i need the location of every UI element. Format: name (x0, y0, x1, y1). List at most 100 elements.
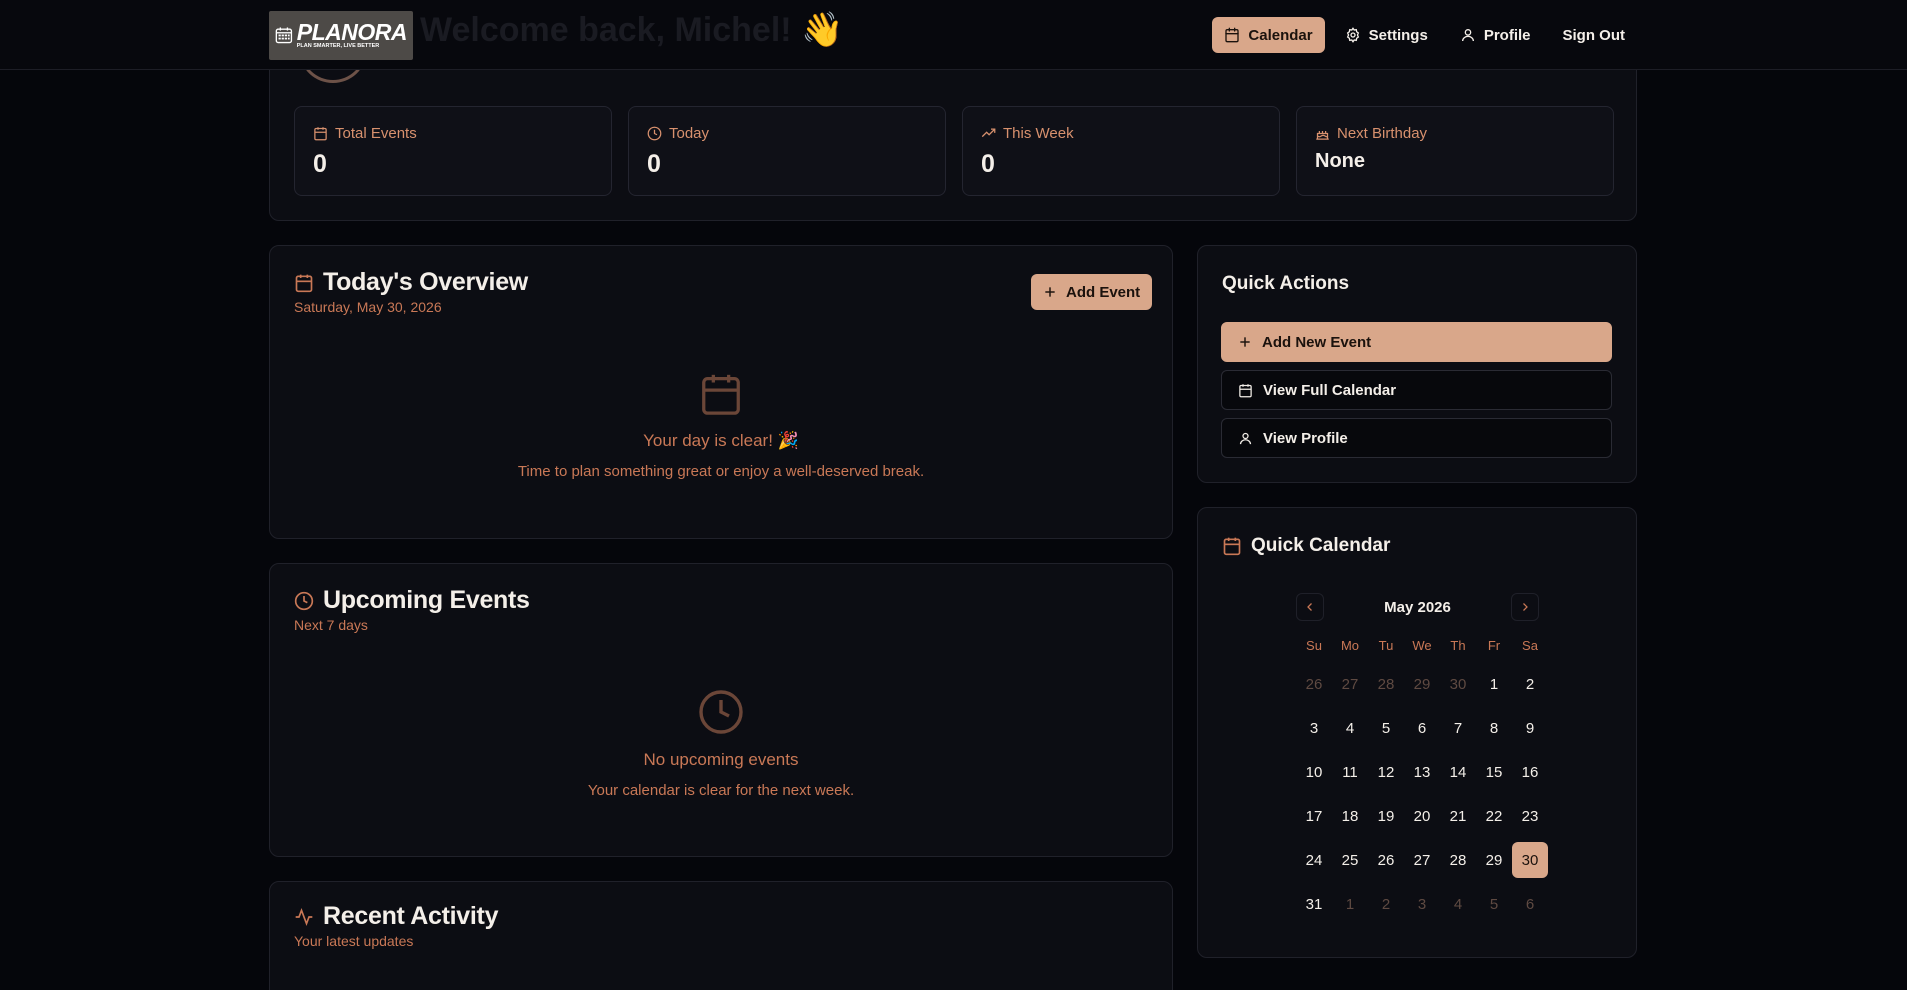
card-title: Recent Activity (323, 902, 499, 930)
calendar-day[interactable]: 1 (1332, 882, 1368, 926)
calendar-day[interactable]: 5 (1368, 706, 1404, 750)
stat-this-week: This Week 0 (962, 106, 1280, 196)
calendar-day[interactable]: 12 (1368, 750, 1404, 794)
quick-actions-title: Quick Actions (1222, 273, 1350, 294)
calendar-day[interactable]: 29 (1476, 838, 1512, 882)
chevron-right-icon (1523, 603, 1528, 611)
main-nav: Calendar Settings Profile Sign Out (1212, 17, 1637, 53)
calendar-day[interactable]: 6 (1404, 706, 1440, 750)
plus-icon (1045, 287, 1055, 297)
calendar-week-row: 3456789 (1296, 706, 1548, 750)
nav-profile-button[interactable]: Profile (1448, 17, 1543, 53)
calendar-day[interactable]: 27 (1404, 838, 1440, 882)
calendar-day[interactable]: 26 (1368, 838, 1404, 882)
logo-name: PLANORA (296, 18, 408, 45)
calendar-day[interactable]: 15 (1476, 750, 1512, 794)
view-profile-button[interactable]: View Profile (1221, 418, 1612, 458)
stat-label: Today (669, 125, 710, 142)
calendar-day[interactable]: 19 (1368, 794, 1404, 838)
calendar-day[interactable]: 22 (1476, 794, 1512, 838)
stat-total-events: Total Events 0 (294, 106, 612, 196)
calendar-day[interactable]: 30 (1440, 662, 1476, 706)
calendar-icon (295, 274, 313, 292)
button-label: Add New Event (1262, 333, 1372, 351)
calendar-day[interactable]: 11 (1332, 750, 1368, 794)
weekday-header-row: Su Mo Tu We Th Fr Sa (1296, 638, 1548, 662)
calendar-week-row: 24 25 26 27 28 29 30 (1296, 838, 1548, 882)
calendar-day[interactable]: 26 (1296, 662, 1332, 706)
nav-profile-label: Profile (1483, 26, 1531, 44)
calendar-day[interactable]: 13 (1404, 750, 1440, 794)
calendar-day[interactable]: 24 (1296, 838, 1332, 882)
stat-today: Today 0 (628, 106, 946, 196)
calendar-day[interactable]: 28 (1440, 838, 1476, 882)
today-date: Saturday, May 30, 2026 (294, 299, 442, 315)
previous-month-button[interactable] (1296, 593, 1324, 621)
calendar-day[interactable]: 25 (1332, 838, 1368, 882)
view-full-calendar-button[interactable]: View Full Calendar (1221, 370, 1612, 410)
logo-text: PLANORA PLAN SMARTER, LIVE BETTER (296, 18, 408, 50)
calendar-month-label: May 2026 (1384, 598, 1451, 616)
calendar-day[interactable]: 3 (1296, 706, 1332, 750)
quick-calendar-title: Quick Calendar (1251, 535, 1391, 556)
calendar-day[interactable]: 20 (1404, 794, 1440, 838)
calendar-day[interactable]: 23 (1512, 794, 1548, 838)
stat-label: Next Birthday (1337, 125, 1428, 142)
calendar-day[interactable]: 27 (1332, 662, 1368, 706)
calendar-day[interactable]: 29 (1404, 662, 1440, 706)
add-event-button[interactable]: Add Event (1031, 274, 1153, 310)
empty-text: Your calendar is clear for the next week… (587, 782, 855, 799)
calendar-day[interactable]: 18 (1332, 794, 1368, 838)
calendar-day[interactable]: 10 (1296, 750, 1332, 794)
sign-out-button[interactable]: Sign Out (1551, 17, 1638, 53)
calendar-day[interactable]: 3 (1404, 882, 1440, 926)
next-month-button[interactable] (1511, 593, 1539, 621)
calendar-icon (1223, 537, 1241, 556)
calendar-week-row: 31 1 2 3 4 5 6 (1296, 882, 1548, 926)
calendar-icon (314, 127, 327, 141)
nav-calendar-button[interactable]: Calendar (1212, 17, 1325, 53)
sign-out-label: Sign Out (1562, 26, 1626, 44)
calendar-day[interactable]: 6 (1512, 882, 1548, 926)
stat-value: 0 (981, 150, 995, 178)
calendar-day[interactable]: 31 (1296, 882, 1332, 926)
calendar-day[interactable]: 8 (1476, 706, 1512, 750)
quick-actions-card: Quick Actions Add New Event View Full Ca… (1197, 245, 1637, 483)
button-label: View Profile (1263, 429, 1348, 447)
stat-value: 0 (313, 150, 327, 178)
calendar-day[interactable]: 2 (1368, 882, 1404, 926)
calendar-day[interactable]: 1 (1476, 662, 1512, 706)
weekday-label: We (1412, 638, 1432, 653)
calendar-day[interactable]: 17 (1296, 794, 1332, 838)
cake-icon (1316, 131, 1329, 140)
clock-icon (294, 591, 314, 610)
calendar-day[interactable]: 4 (1440, 882, 1476, 926)
card-subtitle: Next 7 days (294, 617, 368, 633)
weekday-label: Th (1450, 638, 1466, 653)
calendar-day[interactable]: 2 (1512, 662, 1548, 706)
nav-settings-button[interactable]: Settings (1333, 17, 1440, 53)
calendar-day[interactable]: 14 (1440, 750, 1476, 794)
calendar-day-selected[interactable]: 30 (1512, 842, 1548, 878)
calendar-day[interactable]: 5 (1476, 882, 1512, 926)
user-icon (1461, 29, 1474, 42)
calendar-day[interactable]: 16 (1512, 750, 1548, 794)
calendar-day[interactable]: 21 (1440, 794, 1476, 838)
calendar-day[interactable]: 4 (1332, 706, 1368, 750)
nav-calendar-label: Calendar (1248, 26, 1313, 44)
add-event-label: Add Event (1066, 283, 1141, 301)
chevron-left-icon (1307, 603, 1312, 611)
user-icon (1239, 432, 1252, 444)
weekday-label: Sa (1522, 638, 1538, 653)
stat-value: 0 (647, 150, 661, 178)
upcoming-events-card: Upcoming Events Next 7 days No upcoming … (269, 563, 1173, 857)
planora-logo[interactable]: PLANORA PLAN SMARTER, LIVE BETTER (269, 10, 413, 60)
clock-icon (647, 126, 662, 141)
add-new-event-button[interactable]: Add New Event (1221, 322, 1612, 362)
empty-title: No upcoming events (643, 750, 799, 769)
calendar-day[interactable]: 7 (1440, 706, 1476, 750)
calendar-day[interactable]: 9 (1512, 706, 1548, 750)
weekday-label: Tu (1378, 638, 1394, 653)
calendar-header: May 2026 (1296, 593, 1539, 621)
calendar-day[interactable]: 28 (1368, 662, 1404, 706)
